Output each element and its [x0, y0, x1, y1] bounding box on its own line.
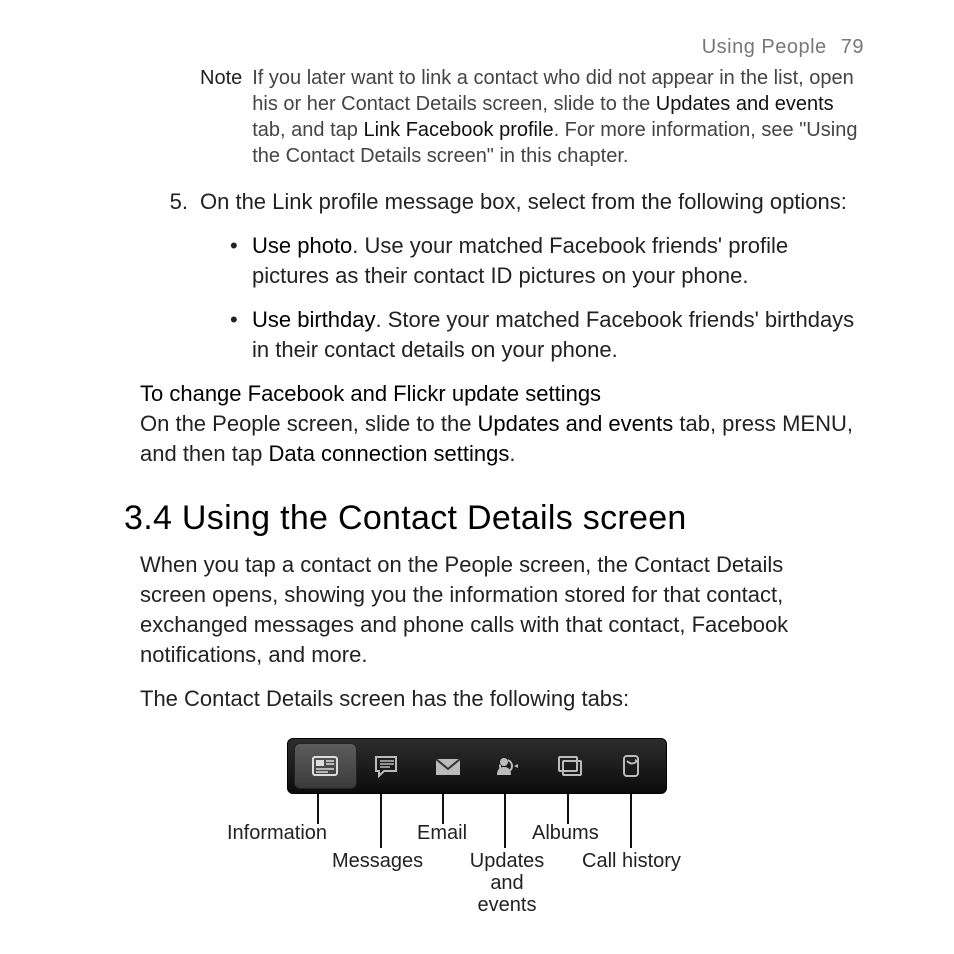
bullet-dot: •: [230, 305, 248, 365]
list-item-text: Use photo. Use your matched Facebook fri…: [252, 231, 864, 291]
note-bold-2: Link Facebook profile: [363, 119, 553, 141]
label-email: Email: [417, 822, 467, 845]
page-number: 79: [841, 36, 864, 58]
email-tab-icon: [417, 744, 478, 788]
label-updates-events: Updates and events: [462, 850, 552, 916]
note-label: Note: [200, 65, 242, 169]
callout-line: [504, 794, 506, 848]
updates-events-tab-icon: [478, 744, 539, 788]
bullet-dot: •: [230, 231, 248, 291]
bold-1: Updates and events: [478, 411, 674, 436]
section-heading: 3.4 Using the Contact Details screen: [124, 499, 864, 538]
sub-paragraph: On the People screen, slide to the Updat…: [140, 409, 864, 469]
label-messages: Messages: [332, 850, 423, 873]
callout-line: [317, 794, 319, 824]
tab-bar: [287, 738, 667, 794]
label-information: Information: [227, 822, 327, 845]
callout-line: [567, 794, 569, 824]
note-body: If you later want to link a contact who …: [252, 65, 864, 169]
option-list: • Use photo. Use your matched Facebook f…: [230, 231, 864, 365]
list-item: • Use photo. Use your matched Facebook f…: [230, 231, 864, 291]
text: On the People screen, slide to the: [140, 411, 478, 436]
option-name: Use birthday: [252, 307, 376, 332]
list-item-text: Use birthday. Store your matched Faceboo…: [252, 305, 864, 365]
step-number: 5.: [160, 187, 188, 217]
list-item: • Use birthday. Store your matched Faceb…: [230, 305, 864, 365]
information-tab-icon: [294, 743, 357, 789]
call-history-tab-icon: [599, 744, 660, 788]
option-name: Use photo: [252, 233, 352, 258]
chapter-name: Using People: [702, 36, 827, 58]
callout-line: [380, 794, 382, 848]
step-body: On the Link profile message box, select …: [200, 187, 864, 217]
bold-2: Data connection settings: [268, 441, 509, 466]
label-albums: Albums: [532, 822, 599, 845]
note-bold-1: Updates and events: [656, 93, 834, 115]
text: .: [509, 441, 515, 466]
messages-tab-icon: [357, 744, 418, 788]
label-call-history: Call history: [582, 850, 681, 873]
callout-line: [630, 794, 632, 848]
section-paragraph-2: The Contact Details screen has the follo…: [140, 684, 854, 714]
callout-line: [442, 794, 444, 824]
albums-tab-icon: [539, 744, 600, 788]
step-5: 5. On the Link profile message box, sele…: [160, 187, 864, 217]
page-header: Using People 79: [90, 36, 864, 59]
sub-heading: To change Facebook and Flickr update set…: [140, 379, 864, 409]
section-paragraph-1: When you tap a contact on the People scr…: [140, 550, 854, 670]
tabs-diagram: Information Messages Email Updates and e…: [242, 738, 712, 898]
note-text: tab, and tap: [252, 119, 363, 141]
note-block: Note If you later want to link a contact…: [200, 65, 864, 169]
